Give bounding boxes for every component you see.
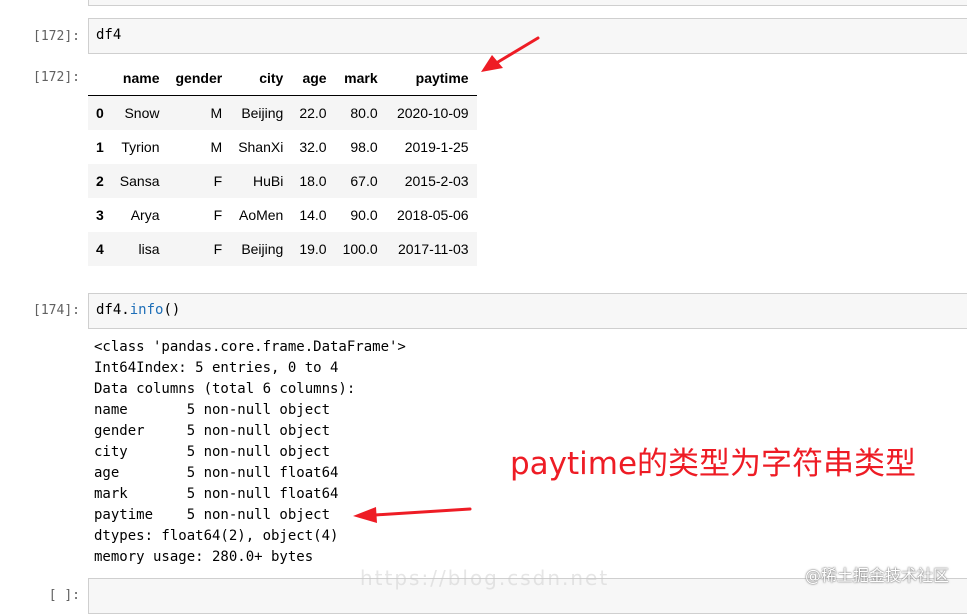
faint-url-watermark: https://blog.csdn.net [360, 566, 610, 590]
annotation-arrows [353, 36, 540, 523]
arrow-to-paytime-dtype-icon [353, 507, 472, 523]
arrow-to-paytime-header-icon [481, 36, 540, 72]
watermark: @稀土掘金技术社区 [804, 566, 949, 585]
